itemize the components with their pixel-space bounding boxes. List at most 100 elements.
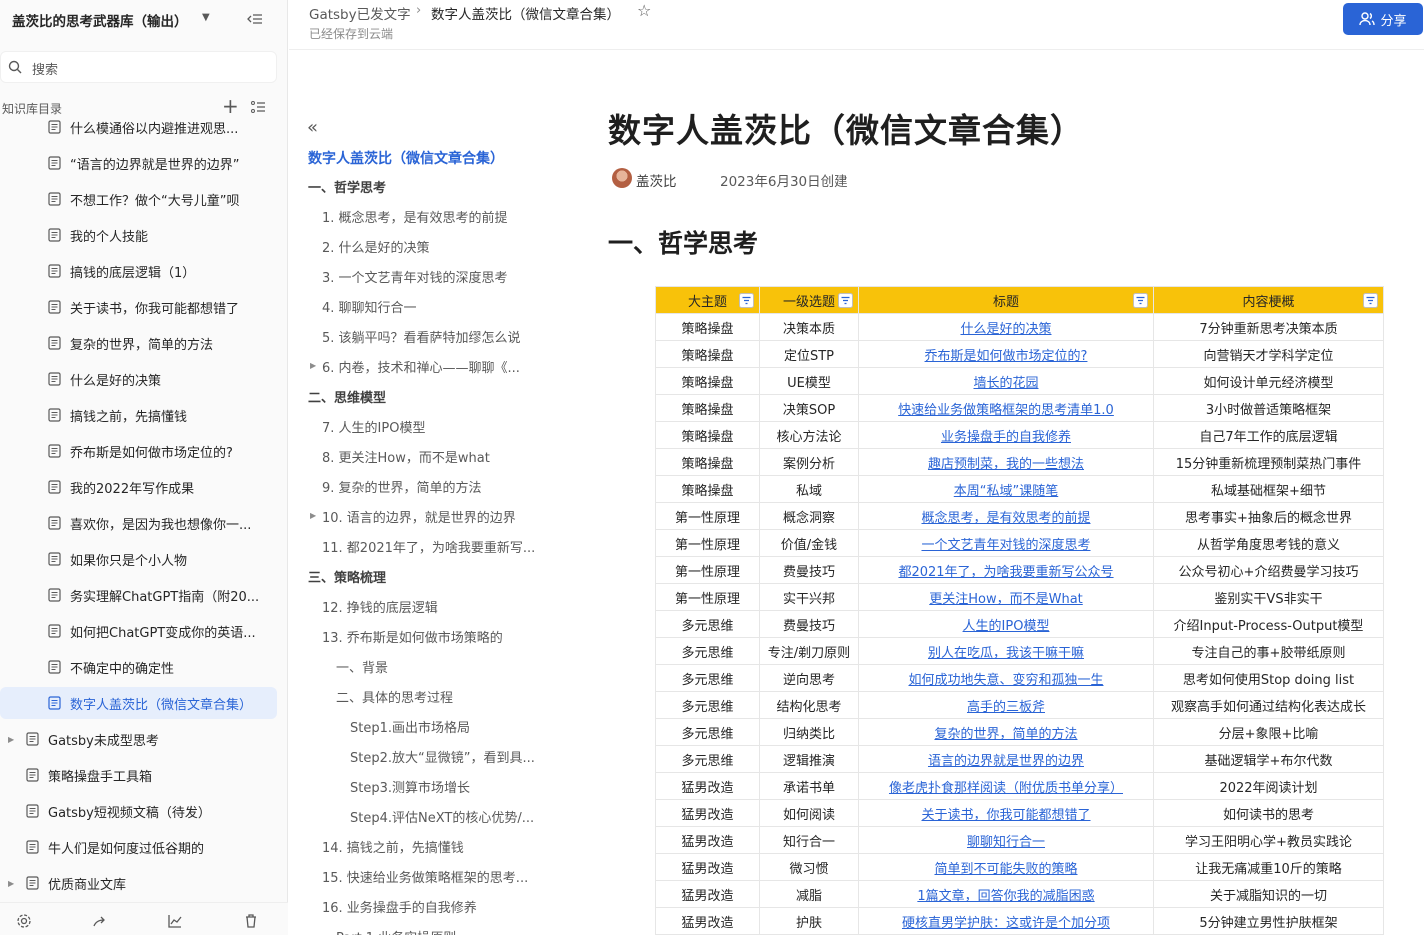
article-link[interactable]: 人生的IPO模型	[858, 610, 1154, 638]
toc-item[interactable]: Step3.测算市场增长	[350, 777, 470, 796]
toc-item[interactable]: 5. 该躺平吗？看看萨特加缪怎么说	[322, 327, 521, 346]
sidebar-item[interactable]: 不确定中的确定性	[0, 651, 277, 683]
article-link[interactable]: 都2021年了，为啥我要重新写公众号	[858, 556, 1154, 584]
share-button[interactable]: 分享	[1343, 3, 1423, 35]
article-link[interactable]: 聊聊知行合一	[858, 826, 1154, 854]
sidebar-item[interactable]: 乔布斯是如何做市场定位的?	[0, 435, 277, 467]
article-link[interactable]: 复杂的世界，简单的方法	[858, 718, 1154, 746]
article-link[interactable]: 乔布斯是如何做市场定位的?	[858, 340, 1154, 368]
toc-item[interactable]: 4. 聊聊知行合一	[322, 297, 417, 316]
column-header[interactable]: 一级选题	[759, 286, 859, 314]
sidebar-item[interactable]: 关于读书，你我可能都想错了	[0, 291, 277, 323]
sidebar-item[interactable]: 搞钱的底层逻辑（1）	[0, 255, 277, 287]
trash-icon[interactable]	[243, 913, 259, 929]
article-link[interactable]: 墙长的花园	[858, 367, 1154, 395]
sidebar-item[interactable]: “语言的边界就是世界的边界”	[0, 147, 277, 179]
article-link[interactable]: 硬核直男学护肤：这或许是个加分项	[858, 907, 1154, 935]
toc-item[interactable]: 2. 什么是好的决策	[322, 237, 430, 256]
expand-arrow-icon[interactable]: ▶	[8, 879, 14, 888]
search-input[interactable]: 搜索	[0, 51, 277, 83]
chevron-down-icon[interactable]: ▼	[202, 12, 210, 23]
toc-item[interactable]: 11. 都2021年了，为啥我要重新写...	[322, 537, 535, 556]
article-link[interactable]: 关于读书，你我可能都想错了	[858, 799, 1154, 827]
sidebar-item[interactable]: ▶ Gatsby未成型思考	[0, 723, 277, 755]
toc-item[interactable]: 8. 更关注How，而不是what	[322, 447, 490, 466]
sidebar-item[interactable]: 复杂的世界，简单的方法	[0, 327, 277, 359]
toc-item[interactable]: 15. 快速给业务做策略框架的思考...	[322, 867, 528, 886]
expand-arrow-icon[interactable]: ▶	[310, 511, 316, 520]
collapse-toc-icon[interactable]: «	[307, 117, 318, 138]
filter-icon[interactable]	[838, 293, 853, 308]
article-link[interactable]: 一个文艺青年对钱的深度思考	[858, 529, 1154, 557]
sidebar-item[interactable]: 不想工作？做个“大号儿童”呗	[0, 183, 277, 215]
filter-icon[interactable]	[1133, 293, 1148, 308]
toc-item[interactable]: 一、哲学思考	[308, 177, 386, 196]
sidebar-item[interactable]: 喜欢你，是因为我也想像你一...	[0, 507, 277, 539]
article-link[interactable]: 如何成功地失意、变穷和孤独一生	[858, 664, 1154, 692]
add-icon[interactable]: +	[222, 96, 239, 116]
kb-title[interactable]: 盖茨比的思考武器库（输出）	[12, 10, 188, 30]
toc-item[interactable]: 14. 搞钱之前，先搞懂钱	[322, 837, 464, 856]
sidebar-item[interactable]: 搞钱之前，先搞懂钱	[0, 399, 277, 431]
toc-item[interactable]: 10. 语言的边界，就是世界的边界	[322, 507, 516, 526]
expand-arrow-icon[interactable]: ▶	[310, 361, 316, 370]
article-link[interactable]: 别人在吃瓜，我该干嘛干嘛	[858, 637, 1154, 665]
toc-item[interactable]: 3. 一个文艺青年对钱的深度思考	[322, 267, 508, 286]
filter-icon[interactable]	[739, 293, 754, 308]
article-link[interactable]: 像老虎扑食那样阅读（附优质书单分享）	[858, 772, 1154, 800]
toc-item[interactable]: 7. 人生的IPO模型	[322, 417, 425, 436]
toc-item[interactable]: Step1.画出市场格局	[350, 717, 470, 736]
gear-icon[interactable]	[16, 913, 32, 929]
article-link[interactable]: 高手的三板斧	[858, 691, 1154, 719]
outline-list-icon[interactable]	[250, 99, 266, 115]
article-link[interactable]: 更关注How，而不是What	[858, 583, 1154, 611]
sidebar-item[interactable]: 什么模通俗以内避推进观思...	[0, 118, 277, 143]
article-link[interactable]: 快速给业务做策略框架的思考清单1.0	[858, 394, 1154, 422]
expand-arrow-icon[interactable]: ▶	[8, 735, 14, 744]
article-link[interactable]: 趣店预制菜，我的一些想法	[858, 448, 1154, 476]
toc-item[interactable]: 16. 业务操盘手的自我修养	[322, 897, 477, 916]
collapse-sidebar-icon[interactable]	[246, 10, 264, 28]
sidebar-item[interactable]: 策略操盘手工具箱	[0, 759, 277, 791]
article-link[interactable]: 1篇文章，回答你我的减脂困惑	[858, 880, 1154, 908]
toc-item[interactable]: 9. 复杂的世界，简单的方法	[322, 477, 482, 496]
column-header[interactable]: 标题	[858, 286, 1154, 314]
avatar[interactable]	[612, 168, 632, 188]
column-header[interactable]: 大主题	[655, 286, 760, 314]
share-out-icon[interactable]	[92, 913, 108, 929]
chart-icon[interactable]	[167, 913, 183, 929]
sidebar-item[interactable]: ▶ 优质商业文库	[0, 867, 277, 898]
toc-item[interactable]: Part 1 业务实操原则	[336, 927, 456, 935]
sidebar-item[interactable]: 务实理解ChatGPT指南（附20...	[0, 579, 277, 611]
article-link[interactable]: 什么是好的决策	[858, 313, 1154, 341]
toc-item[interactable]: 二、思维模型	[308, 387, 386, 406]
sidebar-item[interactable]: 如果你只是个小人物	[0, 543, 277, 575]
star-icon[interactable]: ☆	[637, 1, 651, 20]
sidebar-item[interactable]: 我的2022年写作成果	[0, 471, 277, 503]
toc-item[interactable]: 6. 内卷，技术和禅心——聊聊《...	[322, 357, 520, 376]
article-link[interactable]: 语言的边界就是世界的边界	[858, 745, 1154, 773]
sidebar-item[interactable]: 什么是好的决策	[0, 363, 277, 395]
toc-item[interactable]: 12. 挣钱的底层逻辑	[322, 597, 438, 616]
article-link[interactable]: 业务操盘手的自我修养	[858, 421, 1154, 449]
filter-icon[interactable]	[1363, 293, 1378, 308]
toc-item[interactable]: 1. 概念思考，是有效思考的前提	[322, 207, 508, 226]
article-link[interactable]: 概念思考，是有效思考的前提	[858, 502, 1154, 530]
toc-item[interactable]: 13. 乔布斯是如何做市场策略的	[322, 627, 503, 646]
article-link[interactable]: 本周“私域”课随笔	[858, 475, 1154, 503]
sidebar-item[interactable]: Gatsby短视频文稿（待发）	[0, 795, 277, 827]
column-header[interactable]: 内容梗概	[1153, 286, 1384, 314]
toc-item[interactable]: 三、策略梳理	[308, 567, 386, 586]
toc-title[interactable]: 数字人盖茨比（微信文章合集）	[308, 148, 504, 168]
toc-item[interactable]: Step2.放大“显微镜”，看到具...	[350, 747, 535, 766]
toc-item[interactable]: Step4.评估NeXT的核心优势/...	[350, 807, 534, 826]
sidebar-item[interactable]: 如何把ChatGPT变成你的英语...	[0, 615, 277, 647]
toc-item[interactable]: 一、背景	[336, 657, 388, 676]
sidebar-item[interactable]: 数字人盖茨比（微信文章合集）	[0, 687, 277, 719]
breadcrumb-parent[interactable]: Gatsby已发文字	[309, 3, 411, 23]
sidebar-item[interactable]: 牛人们是如何度过低谷期的	[0, 831, 277, 863]
author-name[interactable]: 盖茨比	[636, 170, 677, 190]
toc-item[interactable]: 二、具体的思考过程	[336, 687, 453, 706]
breadcrumb-current[interactable]: 数字人盖茨比（微信文章合集）	[431, 3, 620, 23]
article-link[interactable]: 简单到不可能失败的策略	[858, 853, 1154, 881]
